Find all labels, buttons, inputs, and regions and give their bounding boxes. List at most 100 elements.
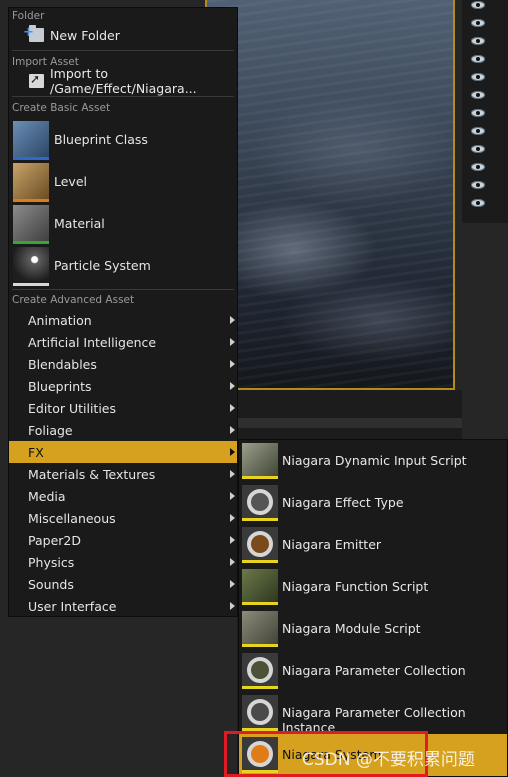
visibility-eye-icon[interactable] [471,91,485,99]
visibility-eye-icon[interactable] [471,181,485,189]
category-label: Materials & Textures [28,467,156,482]
fx-submenu-item[interactable]: Niagara Parameter Collection Instance [239,692,507,735]
category-label: Media [28,489,66,504]
divider [12,50,234,51]
niagara-dynamic-input-script-icon [242,443,278,479]
niagara-parameter-collection-instance-icon [242,695,278,731]
advanced-asset-section-header: Create Advanced Asset [12,294,135,306]
folder-section-header: Folder [12,10,45,22]
advanced-category-item[interactable]: Miscellaneous [9,507,237,529]
visibility-eye-icon[interactable] [471,163,485,171]
asset-type-stripe [242,476,278,479]
asset-type-stripe [242,770,278,773]
chevron-right-icon [230,492,235,500]
ring-glyph [247,531,273,557]
asset-type-stripe [242,560,278,563]
fx-item-label: Niagara Parameter Collection [282,663,466,678]
visibility-eye-icon[interactable] [471,19,485,27]
divider [12,289,234,290]
visibility-eye-icon[interactable] [471,109,485,117]
category-label: Animation [28,313,92,328]
ring-glyph [247,741,273,767]
advanced-category-item[interactable]: Editor Utilities [9,397,237,419]
add-new-context-menu: Folder New Folder Import Asset Import to… [8,7,238,617]
visibility-eye-icon[interactable] [471,37,485,45]
advanced-category-item[interactable]: User Interface [9,595,237,617]
asset-type-stripe [242,686,278,689]
basic-asset-material[interactable]: Material [9,204,237,246]
niagara-function-script-icon [242,569,278,605]
advanced-category-item[interactable]: Paper2D [9,529,237,551]
advanced-category-item[interactable]: FX [9,441,237,463]
category-label: Editor Utilities [28,401,117,416]
advanced-category-item[interactable]: Materials & Textures [9,463,237,485]
basic-asset-particle-system[interactable]: Particle System [9,246,237,288]
chevron-right-icon [230,558,235,566]
niagara-parameter-collection-icon [242,653,278,689]
category-label: Paper2D [28,533,81,548]
new-folder-item[interactable]: New Folder [9,24,237,46]
visibility-eye-icon[interactable] [471,73,485,81]
asset-type-stripe [13,199,49,202]
import-asset-label: Import to /Game/Effect/Niagara... [50,66,197,96]
basic-asset-label: Material [54,216,105,231]
visibility-eye-icon[interactable] [471,127,485,135]
advanced-category-item[interactable]: Sounds [9,573,237,595]
fx-item-label: Niagara Module Script [282,621,421,636]
advanced-category-item[interactable]: Physics [9,551,237,573]
category-label: Blueprints [28,379,92,394]
basic-asset-label: Particle System [54,258,151,273]
material-icon [13,205,49,244]
basic-asset-section-header: Create Basic Asset [12,102,111,114]
fx-submenu-item[interactable]: Niagara Emitter [239,524,507,566]
visibility-eye-icon[interactable] [471,145,485,153]
visibility-eye-icon[interactable] [471,55,485,63]
advanced-category-item[interactable]: Blendables [9,353,237,375]
fx-submenu-item[interactable]: Niagara Function Script [239,566,507,608]
asset-type-stripe [242,602,278,605]
category-label: Blendables [28,357,97,372]
basic-asset-blueprint[interactable]: Blueprint Class [9,120,237,162]
chevron-right-icon [230,448,235,456]
chevron-right-icon [230,338,235,346]
asset-type-stripe [242,728,278,731]
asset-type-stripe [242,518,278,521]
advanced-category-item[interactable]: Artificial Intelligence [9,331,237,353]
level-viewport[interactable] [205,0,455,390]
fx-item-label: Niagara Function Script [282,579,429,594]
fx-submenu-item[interactable]: Niagara Effect Type [239,482,507,524]
advanced-category-item[interactable]: Animation [9,309,237,331]
fx-submenu-item[interactable]: Niagara System [239,734,507,776]
fx-submenu-item[interactable]: Niagara Module Script [239,608,507,650]
basic-asset-label: Blueprint Class [54,132,148,147]
fx-submenu-item[interactable]: Niagara Dynamic Input Script [239,440,507,482]
fx-submenu-item[interactable]: Niagara Parameter Collection [239,650,507,692]
niagara-system-icon [242,737,278,773]
asset-type-stripe [13,241,49,244]
visibility-eye-icon[interactable] [471,199,485,207]
category-label: Foliage [28,423,73,438]
chevron-right-icon [230,382,235,390]
import-icon [29,72,44,88]
chevron-right-icon [230,470,235,478]
particle-system-icon [13,247,49,286]
advanced-category-item[interactable]: Media [9,485,237,507]
niagara-emitter-icon [242,527,278,563]
viewport-scene [207,0,453,388]
basic-asset-level[interactable]: Level [9,162,237,204]
visibility-eye-icon[interactable] [471,1,485,9]
chevron-right-icon [230,514,235,522]
niagara-module-script-icon [242,611,278,647]
asset-type-stripe [13,157,49,160]
ring-glyph [247,699,273,725]
category-label: FX [28,445,44,460]
fx-item-label: Niagara Emitter [282,537,382,552]
advanced-category-item[interactable]: Blueprints [9,375,237,397]
advanced-category-item[interactable]: Foliage [9,419,237,441]
fx-submenu: Niagara Dynamic Input Script Niagara Effe… [238,439,508,777]
chevron-right-icon [230,602,235,610]
import-asset-item[interactable]: Import to /Game/Effect/Niagara... [9,66,237,96]
new-folder-icon [23,25,44,42]
category-label: Physics [28,555,75,570]
chevron-right-icon [230,536,235,544]
